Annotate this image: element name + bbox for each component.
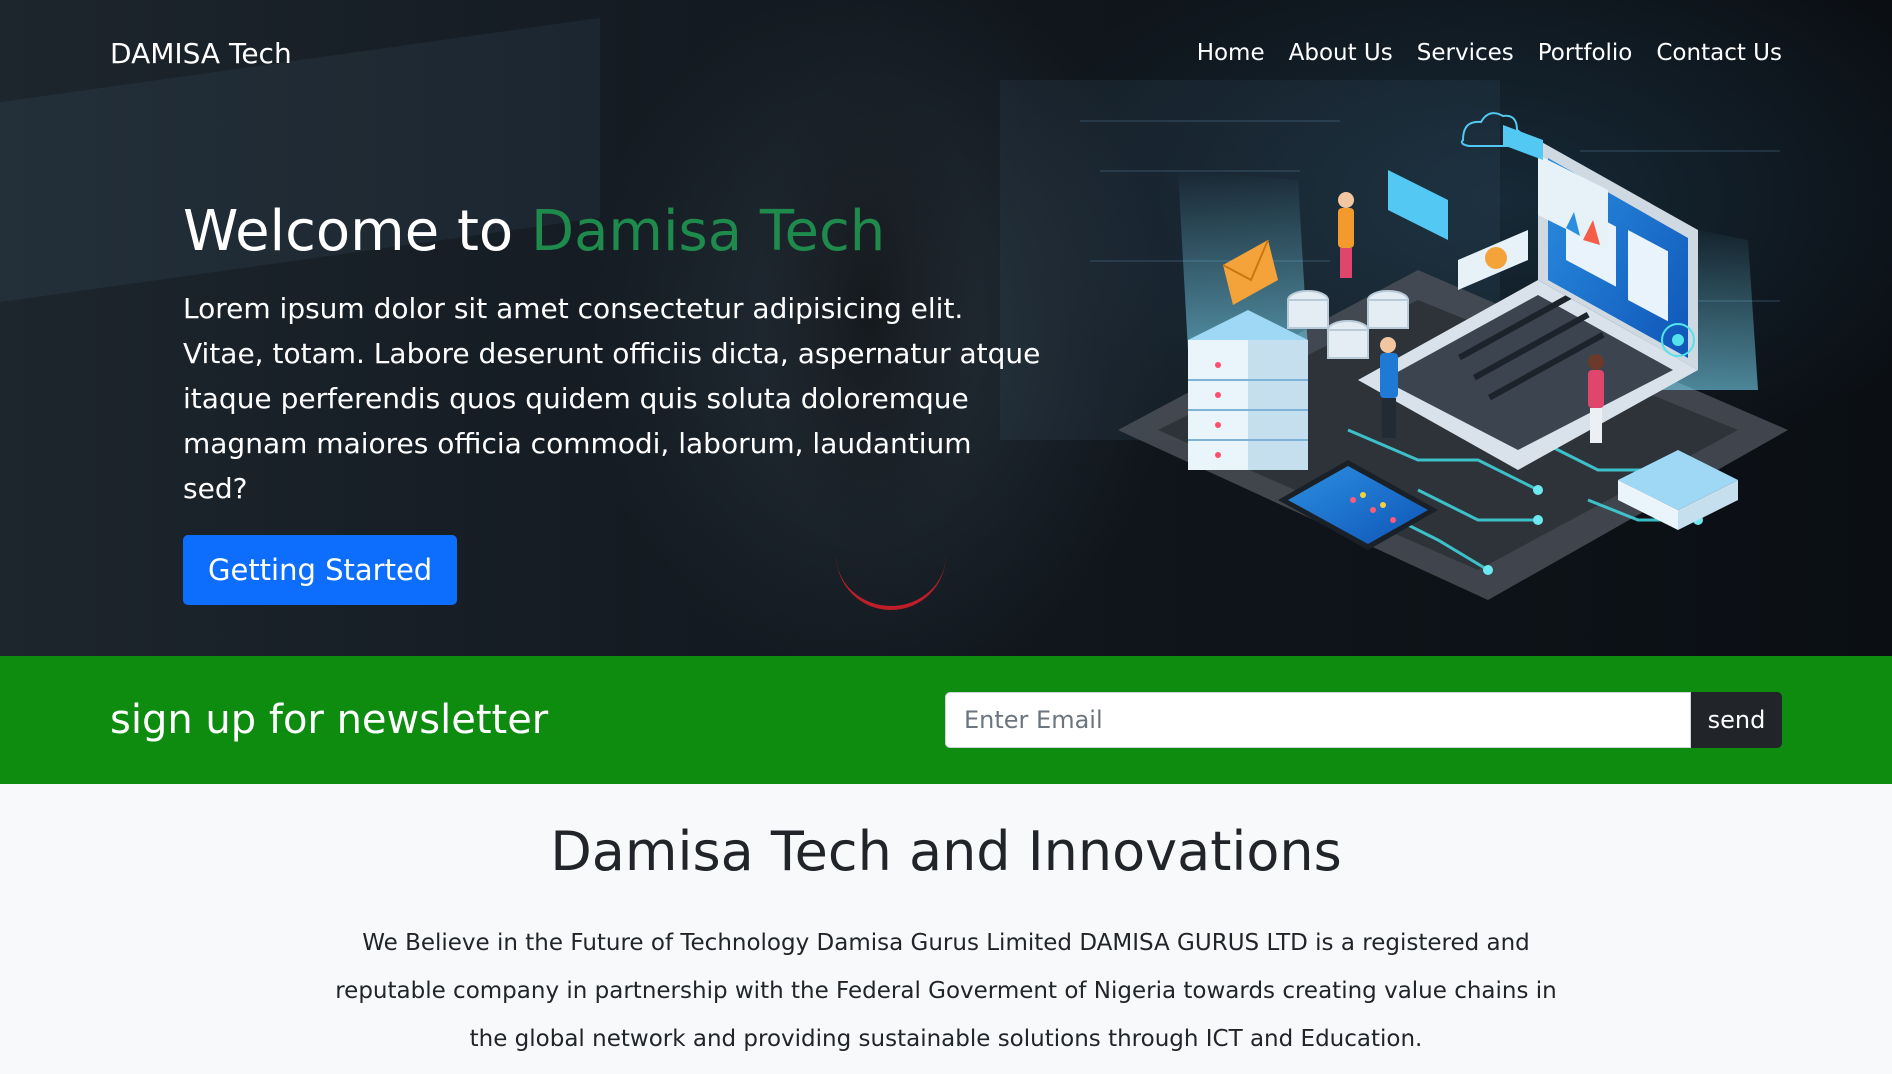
- about-title: Damisa Tech and Innovations: [550, 820, 1342, 883]
- nav-link-portfolio[interactable]: Portfolio: [1538, 40, 1633, 66]
- nav-link-about[interactable]: About Us: [1289, 40, 1393, 66]
- about-section: Damisa Tech and Innovations We Believe i…: [0, 784, 1892, 1074]
- hero-title: Welcome to Damisa Tech: [183, 196, 1043, 268]
- email-input[interactable]: [945, 692, 1691, 748]
- nav-item-portfolio: Portfolio: [1538, 40, 1633, 66]
- getting-started-button[interactable]: Getting Started: [183, 535, 458, 605]
- tech-illustration: [1118, 112, 1788, 600]
- nav-links: Home About Us Services Portfolio Contact…: [1197, 40, 1782, 66]
- hero-title-prefix: Welcome to: [183, 199, 531, 264]
- nav-link-home[interactable]: Home: [1197, 40, 1265, 66]
- about-text: We Believe in the Future of Technology D…: [335, 930, 1557, 1052]
- nav-link-contact[interactable]: Contact Us: [1656, 40, 1782, 66]
- hero-content: Welcome to Damisa Tech Lorem ipsum dolor…: [183, 196, 1043, 605]
- newsletter-title: sign up for newsletter: [110, 697, 549, 743]
- nav-link-services[interactable]: Services: [1417, 40, 1514, 66]
- nav-item-services: Services: [1417, 40, 1514, 66]
- hero-paragraph: Lorem ipsum dolor sit amet consectetur a…: [183, 292, 1041, 505]
- newsletter-section: sign up for newsletter send: [0, 656, 1892, 784]
- nav-item-home: Home: [1197, 40, 1265, 66]
- hero-title-accent: Damisa Tech: [530, 199, 886, 264]
- brand-logo[interactable]: DAMISA Tech: [110, 37, 292, 70]
- hero-section: DAMISA Tech Home About Us Services Portf…: [0, 0, 1892, 656]
- newsletter-form: send: [945, 692, 1782, 748]
- send-button[interactable]: send: [1691, 692, 1782, 748]
- nav-item-about: About Us: [1289, 40, 1393, 66]
- nav-item-contact: Contact Us: [1656, 40, 1782, 66]
- navbar: DAMISA Tech Home About Us Services Portf…: [0, 0, 1892, 106]
